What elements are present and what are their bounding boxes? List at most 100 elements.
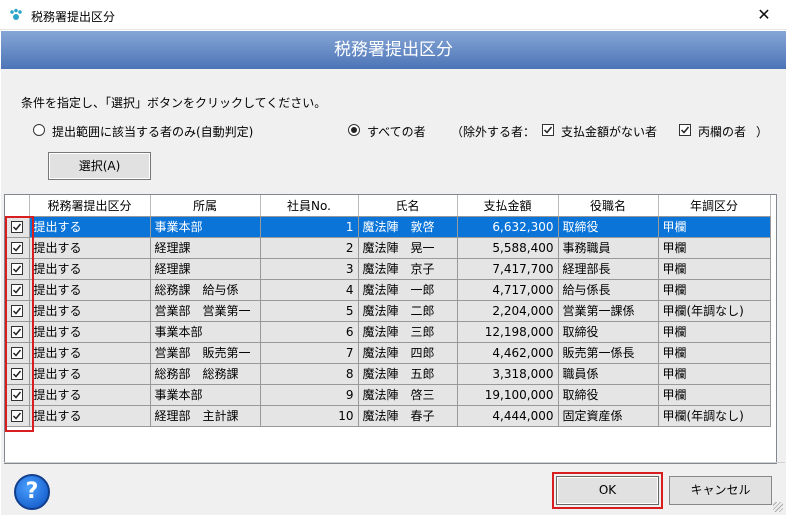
help-icon[interactable]: ? [14, 474, 50, 510]
exclude-hei-checkbox[interactable] [679, 124, 691, 136]
table-row[interactable]: 提出する 営業部 営業第一 5 魔法陣 二郎 2,204,000 営業第一課係 甲欄(年調な… [5, 300, 771, 322]
cell-dept[interactable]: 事業本部 [150, 384, 261, 406]
table-row[interactable]: 提出する 総務課 給与係 4 魔法陣 一郎 4,717,000 給与係長 甲欄 [5, 279, 771, 301]
cell-nencho[interactable]: 甲欄(年調なし) [658, 405, 771, 427]
cell-name[interactable]: 魔法陣 敦啓 [358, 216, 458, 238]
cell-dept[interactable]: 営業部 販売第一 [150, 342, 261, 364]
cell-nencho[interactable]: 甲欄 [658, 384, 771, 406]
cell-amount[interactable]: 6,632,300 [457, 216, 559, 238]
radio-auto-label[interactable]: 提出範囲に該当する者のみ(自動判定) [52, 123, 253, 140]
cell-title[interactable]: 取締役 [558, 384, 659, 406]
cell-amount[interactable]: 4,717,000 [457, 279, 559, 301]
cell-dept[interactable]: 経理課 [150, 237, 261, 259]
cell-nencho[interactable]: 甲欄 [658, 216, 771, 238]
select-button[interactable]: 選択(A) [48, 152, 151, 180]
cell-dept[interactable]: 経理課 [150, 258, 261, 280]
exclude-hei-label[interactable]: 丙欄の者 [698, 123, 746, 140]
cell-submit[interactable]: 提出する [29, 216, 151, 238]
table-row[interactable]: 提出する 営業部 販売第一 7 魔法陣 四郎 4,462,000 販売第一係長 甲欄 [5, 342, 771, 364]
table-row[interactable]: 提出する 事業本部 9 魔法陣 啓三 19,100,000 取締役 甲欄 [5, 384, 771, 406]
header-name[interactable]: 氏名 [358, 195, 458, 217]
cell-title[interactable]: 取締役 [558, 321, 659, 343]
cell-title[interactable]: 給与係長 [558, 279, 659, 301]
cell-title[interactable]: 営業第一課係 [558, 300, 659, 322]
cell-nencho[interactable]: 甲欄 [658, 237, 771, 259]
cell-submit[interactable]: 提出する [29, 237, 151, 259]
cell-amount[interactable]: 3,318,000 [457, 363, 559, 385]
radio-all[interactable] [348, 124, 360, 136]
cell-name[interactable]: 魔法陣 五郎 [358, 363, 458, 385]
cell-nencho[interactable]: 甲欄(年調なし) [658, 300, 771, 322]
cell-title[interactable]: 事務職員 [558, 237, 659, 259]
cell-amount[interactable]: 7,417,700 [457, 258, 559, 280]
cancel-button[interactable]: キャンセル [669, 476, 772, 505]
cell-submit[interactable]: 提出する [29, 258, 151, 280]
cell-no[interactable]: 6 [260, 321, 359, 343]
cell-submit[interactable]: 提出する [29, 363, 151, 385]
cell-amount[interactable]: 12,198,000 [457, 321, 559, 343]
cell-nencho[interactable]: 甲欄 [658, 321, 771, 343]
cell-amount[interactable]: 4,444,000 [457, 405, 559, 427]
table-row[interactable]: 提出する 事業本部 1 魔法陣 敦啓 6,632,300 取締役 甲欄 [5, 216, 771, 238]
cell-dept[interactable]: 事業本部 [150, 321, 261, 343]
exclude-no-payment-checkbox[interactable] [542, 124, 554, 136]
cell-submit[interactable]: 提出する [29, 300, 151, 322]
header-no[interactable]: 社員No. [260, 195, 359, 217]
header-submit[interactable]: 税務署提出区分 [29, 195, 151, 217]
cell-dept[interactable]: 総務課 給与係 [150, 279, 261, 301]
cell-submit[interactable]: 提出する [29, 321, 151, 343]
cell-dept[interactable]: 総務部 総務課 [150, 363, 261, 385]
table-row[interactable]: 提出する 総務部 総務課 8 魔法陣 五郎 3,318,000 職員係 甲欄 [5, 363, 771, 385]
cell-name[interactable]: 魔法陣 四郎 [358, 342, 458, 364]
radio-all-label[interactable]: すべての者 [367, 123, 426, 140]
header-title[interactable]: 役職名 [558, 195, 659, 217]
header-dept[interactable]: 所属 [150, 195, 261, 217]
cell-no[interactable]: 10 [260, 405, 359, 427]
cell-no[interactable]: 9 [260, 384, 359, 406]
cell-no[interactable]: 4 [260, 279, 359, 301]
cell-nencho[interactable]: 甲欄 [658, 258, 771, 280]
header-nencho[interactable]: 年調区分 [658, 195, 771, 217]
cell-amount[interactable]: 2,204,000 [457, 300, 559, 322]
cell-no[interactable]: 8 [260, 363, 359, 385]
table-row[interactable]: 提出する 経理課 3 魔法陣 京子 7,417,700 経理部長 甲欄 [5, 258, 771, 280]
cell-amount[interactable]: 5,588,400 [457, 237, 559, 259]
radio-auto[interactable] [33, 124, 45, 136]
cell-nencho[interactable]: 甲欄 [658, 279, 771, 301]
resize-grip[interactable] [773, 502, 783, 512]
cell-amount[interactable]: 19,100,000 [457, 384, 559, 406]
table-row[interactable]: 提出する 経理部 主計課 10 魔法陣 春子 4,444,000 固定資産係 甲欄(年調なし… [5, 405, 771, 427]
close-icon[interactable]: ✕ [741, 0, 787, 30]
cell-title[interactable]: 経理部長 [558, 258, 659, 280]
ok-button[interactable]: OK [556, 476, 659, 505]
cell-dept[interactable]: 事業本部 [150, 216, 261, 238]
table-row[interactable]: 提出する 事業本部 6 魔法陣 三郎 12,198,000 取締役 甲欄 [5, 321, 771, 343]
cell-submit[interactable]: 提出する [29, 342, 151, 364]
header-amount[interactable]: 支払金額 [457, 195, 559, 217]
cell-nencho[interactable]: 甲欄 [658, 363, 771, 385]
cell-title[interactable]: 固定資産係 [558, 405, 659, 427]
table-row[interactable]: 提出する 経理課 2 魔法陣 晃一 5,588,400 事務職員 甲欄 [5, 237, 771, 259]
cell-title[interactable]: 取締役 [558, 216, 659, 238]
cell-name[interactable]: 魔法陣 一郎 [358, 279, 458, 301]
cell-title[interactable]: 販売第一係長 [558, 342, 659, 364]
cell-name[interactable]: 魔法陣 三郎 [358, 321, 458, 343]
cell-name[interactable]: 魔法陣 啓三 [358, 384, 458, 406]
cell-no[interactable]: 5 [260, 300, 359, 322]
cell-name[interactable]: 魔法陣 晃一 [358, 237, 458, 259]
cell-no[interactable]: 3 [260, 258, 359, 280]
cell-dept[interactable]: 経理部 主計課 [150, 405, 261, 427]
cell-dept[interactable]: 営業部 営業第一 [150, 300, 261, 322]
exclude-no-payment-label[interactable]: 支払金額がない者 [561, 123, 657, 140]
cell-name[interactable]: 魔法陣 京子 [358, 258, 458, 280]
cell-submit[interactable]: 提出する [29, 384, 151, 406]
cell-no[interactable]: 2 [260, 237, 359, 259]
cell-no[interactable]: 7 [260, 342, 359, 364]
cell-amount[interactable]: 4,462,000 [457, 342, 559, 364]
cell-nencho[interactable]: 甲欄 [658, 342, 771, 364]
cell-name[interactable]: 魔法陣 春子 [358, 405, 458, 427]
cell-name[interactable]: 魔法陣 二郎 [358, 300, 458, 322]
cell-title[interactable]: 職員係 [558, 363, 659, 385]
cell-submit[interactable]: 提出する [29, 405, 151, 427]
cell-no[interactable]: 1 [260, 216, 359, 238]
